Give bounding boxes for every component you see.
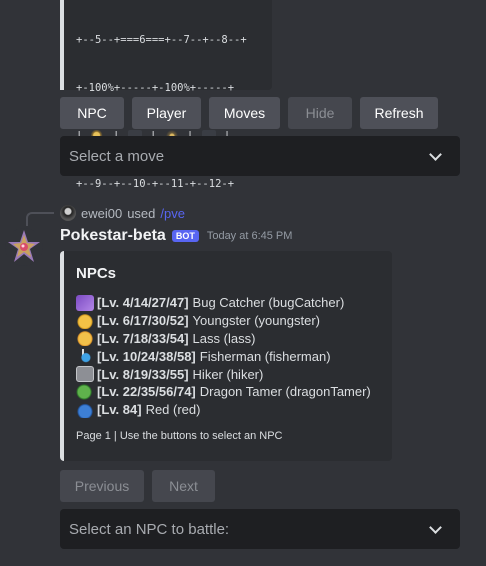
npc-name: Youngster (youngster) bbox=[192, 313, 320, 329]
previous-button[interactable]: Previous bbox=[60, 470, 144, 502]
moves-button[interactable]: Moves bbox=[209, 97, 280, 129]
npc-level: [Lv. 84] bbox=[97, 402, 142, 418]
board-line: +-100%+-----+-100%+-----+ bbox=[76, 82, 235, 94]
embed-footer: Page 1 | Use the buttons to select an NP… bbox=[76, 429, 283, 442]
cap-icon bbox=[76, 401, 94, 418]
fishing-icon bbox=[76, 348, 94, 365]
bot-username[interactable]: Pokestar-beta bbox=[60, 227, 166, 245]
npc-button[interactable]: NPC bbox=[60, 97, 124, 129]
reply-username[interactable]: ewei00 bbox=[81, 206, 122, 221]
lass-icon bbox=[76, 330, 94, 347]
npc-level: [Lv. 10/24/38/58] bbox=[97, 348, 196, 364]
board-line: +--5--+===6===+--7--+--8--+ bbox=[76, 34, 247, 46]
npc-list-embed: NPCs [Lv. 4/14/27/47] Bug Catcher (bugCa… bbox=[60, 251, 392, 461]
bot-badge: BOT bbox=[171, 230, 199, 242]
list-item: [Lv. 84] Red (red) bbox=[76, 401, 380, 419]
npc-name: Hiker (hiker) bbox=[192, 366, 264, 382]
npc-name: Bug Catcher (bugCatcher) bbox=[192, 295, 345, 311]
list-item: [Lv. 22/35/56/74] Dragon Tamer (dragonTa… bbox=[76, 383, 380, 401]
action-button-row: NPC Player Moves Hide Refresh bbox=[60, 97, 438, 129]
npc-name: Dragon Tamer (dragonTamer) bbox=[199, 384, 371, 400]
board-embed: +--5--+===6===+--7--+--8--+ +-100%+-----… bbox=[60, 0, 272, 190]
npc-name: Fisherman (fisherman) bbox=[199, 348, 331, 364]
rock-icon bbox=[76, 366, 94, 383]
reply-avatar bbox=[60, 205, 76, 221]
npc-name: Lass (lass) bbox=[192, 330, 256, 346]
embed-title: NPCs bbox=[76, 265, 117, 282]
next-button[interactable]: Next bbox=[152, 470, 215, 502]
youngster-icon bbox=[76, 312, 94, 329]
hide-button[interactable]: Hide bbox=[288, 97, 352, 129]
npc-level: [Lv. 7/18/33/54] bbox=[97, 330, 189, 346]
npc-level: [Lv. 4/14/27/47] bbox=[97, 295, 189, 311]
list-item: [Lv. 10/24/38/58] Fisherman (fisherman) bbox=[76, 347, 380, 365]
message-timestamp: Today at 6:45 PM bbox=[206, 230, 293, 242]
refresh-button[interactable]: Refresh bbox=[360, 97, 438, 129]
list-item: [Lv. 6/17/30/52] Youngster (youngster) bbox=[76, 312, 380, 330]
reply-command[interactable]: /pve bbox=[160, 206, 185, 221]
avatar[interactable] bbox=[4, 227, 44, 267]
starmie-avatar-icon bbox=[5, 228, 43, 266]
player-button[interactable]: Player bbox=[132, 97, 201, 129]
pager-row: Previous Next bbox=[60, 470, 215, 502]
dragon-icon bbox=[76, 383, 94, 400]
npc-select[interactable]: Select an NPC to battle: bbox=[60, 509, 460, 549]
reply-used-text: used bbox=[127, 205, 156, 221]
npc-level: [Lv. 22/35/56/74] bbox=[97, 384, 196, 400]
npc-name: Red (red) bbox=[145, 402, 201, 418]
list-item: [Lv. 8/19/33/55] Hiker (hiker) bbox=[76, 365, 380, 383]
list-item: [Lv. 7/18/33/54] Lass (lass) bbox=[76, 330, 380, 348]
npc-level: [Lv. 8/19/33/55] bbox=[97, 366, 189, 382]
chevron-down-icon bbox=[428, 521, 444, 537]
move-select-placeholder: Select a move bbox=[69, 147, 165, 165]
list-item: [Lv. 4/14/27/47] Bug Catcher (bugCatcher… bbox=[76, 294, 380, 312]
npc-select-placeholder: Select an NPC to battle: bbox=[69, 520, 230, 538]
chevron-down-icon bbox=[428, 148, 444, 164]
message-header: Pokestar-beta BOT Today at 6:45 PM bbox=[60, 227, 292, 245]
board-line: +--9--+--10-+--11-+--12-+ bbox=[76, 178, 235, 190]
npc-level: [Lv. 6/17/30/52] bbox=[97, 313, 189, 329]
bug-icon bbox=[76, 294, 94, 311]
move-select[interactable]: Select a move bbox=[60, 136, 460, 176]
reply-context[interactable]: ewei00 used /pve bbox=[60, 205, 185, 221]
reply-connector bbox=[26, 212, 54, 226]
